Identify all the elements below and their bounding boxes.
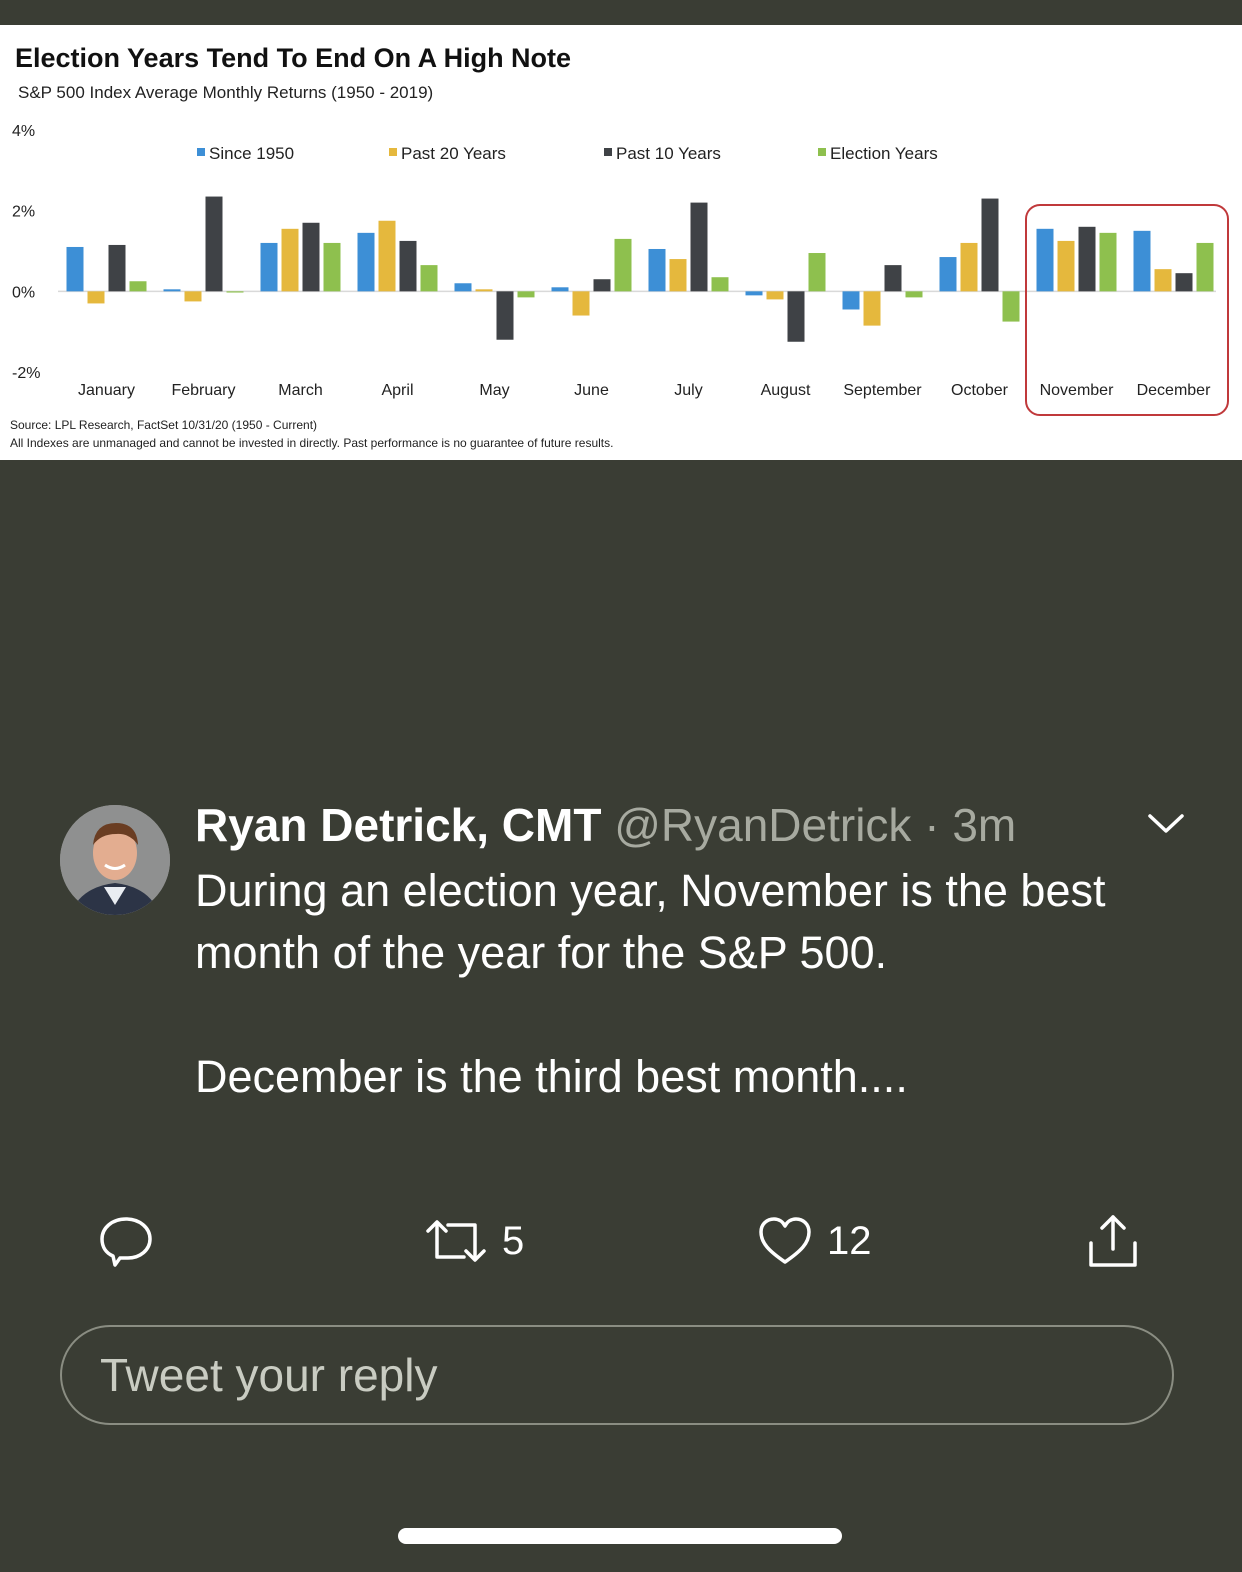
bar bbox=[399, 240, 417, 292]
x-tick-label: August bbox=[761, 382, 811, 399]
y-tick-label: 0% bbox=[12, 284, 35, 301]
x-tick-label: November bbox=[1040, 382, 1114, 399]
chevron-down-icon[interactable] bbox=[1146, 809, 1186, 839]
bar bbox=[260, 242, 278, 292]
bar bbox=[302, 222, 320, 292]
legend-label: Past 20 Years bbox=[401, 144, 506, 163]
bar bbox=[981, 198, 999, 292]
bar bbox=[766, 291, 784, 300]
bar bbox=[905, 291, 923, 298]
legend-label: Past 10 Years bbox=[616, 144, 721, 163]
bar bbox=[884, 265, 902, 292]
bar bbox=[378, 220, 396, 292]
bar bbox=[1175, 273, 1193, 292]
legend-swatch bbox=[818, 148, 826, 156]
x-tick-label: December bbox=[1137, 382, 1211, 399]
bar-chart: 4% 2% 0% -2% Since 1950 Past 20 Years Past 10 … bbox=[12, 123, 1229, 416]
reply-button[interactable] bbox=[98, 1210, 154, 1272]
bar bbox=[808, 253, 826, 292]
author-handle[interactable]: @RyanDetrick bbox=[614, 799, 911, 851]
bar bbox=[454, 283, 472, 292]
bar bbox=[357, 232, 375, 292]
bar bbox=[1057, 240, 1075, 292]
x-tick-label: July bbox=[674, 382, 702, 399]
x-tick-label: February bbox=[171, 382, 235, 399]
bar bbox=[1078, 226, 1096, 292]
tweet-text: During an election year, November is the… bbox=[195, 860, 1205, 1108]
bar bbox=[939, 257, 957, 292]
y-tick-label: -2% bbox=[12, 365, 40, 382]
chart-image[interactable]: Election Years Tend To End On A High Not… bbox=[0, 25, 1242, 460]
bar bbox=[496, 291, 514, 340]
bar bbox=[648, 248, 666, 292]
bar bbox=[551, 287, 569, 292]
like-button[interactable]: 12 bbox=[757, 1210, 872, 1272]
bar bbox=[323, 242, 341, 292]
x-tick-label: October bbox=[951, 382, 1009, 399]
y-tick-label: 4% bbox=[12, 123, 35, 140]
chart-source: Source: LPL Research, FactSet 10/31/20 (… bbox=[10, 418, 318, 432]
meta-separator: · bbox=[924, 799, 940, 851]
x-tick-label: May bbox=[479, 382, 509, 399]
tweet-header: Ryan Detrick, CMT @RyanDetrick · 3m bbox=[195, 796, 1016, 854]
legend-label: Since 1950 bbox=[209, 144, 294, 163]
bar bbox=[1154, 269, 1172, 292]
x-tick-label: June bbox=[574, 382, 609, 399]
x-tick-label: April bbox=[381, 382, 413, 399]
bar bbox=[1099, 232, 1117, 292]
share-icon bbox=[1089, 1215, 1137, 1267]
bar bbox=[1133, 230, 1151, 292]
tweet-timestamp[interactable]: 3m bbox=[952, 799, 1016, 851]
bar bbox=[475, 289, 493, 292]
bar bbox=[690, 202, 708, 292]
bar bbox=[863, 291, 881, 326]
share-button[interactable] bbox=[1085, 1210, 1141, 1272]
bar bbox=[745, 291, 763, 296]
retweet-count: 5 bbox=[502, 1218, 525, 1263]
bar bbox=[129, 281, 147, 292]
bar bbox=[87, 291, 105, 304]
bar bbox=[572, 291, 590, 316]
x-tick-label: January bbox=[78, 382, 135, 399]
tweet-paragraph: December is the third best month.... bbox=[195, 1051, 908, 1102]
bar bbox=[517, 291, 535, 298]
bar bbox=[281, 228, 299, 292]
author-avatar[interactable] bbox=[60, 805, 170, 915]
bar bbox=[842, 291, 860, 310]
bar bbox=[1036, 228, 1054, 292]
bar bbox=[163, 289, 181, 292]
bar bbox=[593, 279, 611, 292]
x-tick-label: March bbox=[278, 382, 322, 399]
bar bbox=[960, 242, 978, 292]
author-name[interactable]: Ryan Detrick, CMT bbox=[195, 799, 601, 851]
x-tick-label: September bbox=[843, 382, 922, 399]
legend-swatch bbox=[604, 148, 612, 156]
legend-swatch bbox=[389, 148, 397, 156]
bar bbox=[787, 291, 805, 342]
bar bbox=[66, 246, 84, 292]
retweet-icon bbox=[426, 1220, 486, 1262]
reply-input[interactable] bbox=[98, 1347, 1122, 1403]
bar bbox=[184, 291, 202, 302]
bar bbox=[205, 196, 223, 292]
reply-composer[interactable] bbox=[60, 1325, 1174, 1425]
like-count: 12 bbox=[827, 1218, 872, 1263]
bar bbox=[669, 259, 687, 292]
bar bbox=[226, 291, 244, 293]
tweet-paragraph: During an election year, November is the… bbox=[195, 865, 1106, 978]
chart-disclaimer: All Indexes are unmanaged and cannot be … bbox=[10, 436, 614, 450]
legend-label: Election Years bbox=[830, 144, 938, 163]
y-tick-label: 2% bbox=[12, 204, 35, 221]
legend-swatch bbox=[197, 148, 205, 156]
bar bbox=[1196, 242, 1214, 292]
bar bbox=[614, 238, 632, 292]
heart-icon bbox=[759, 1217, 811, 1264]
bar bbox=[1002, 291, 1020, 322]
bar bbox=[711, 277, 729, 292]
retweet-button[interactable]: 5 bbox=[424, 1210, 524, 1272]
reply-icon bbox=[100, 1217, 152, 1267]
bar bbox=[420, 265, 438, 292]
home-indicator[interactable] bbox=[398, 1528, 842, 1544]
bar bbox=[108, 244, 126, 292]
